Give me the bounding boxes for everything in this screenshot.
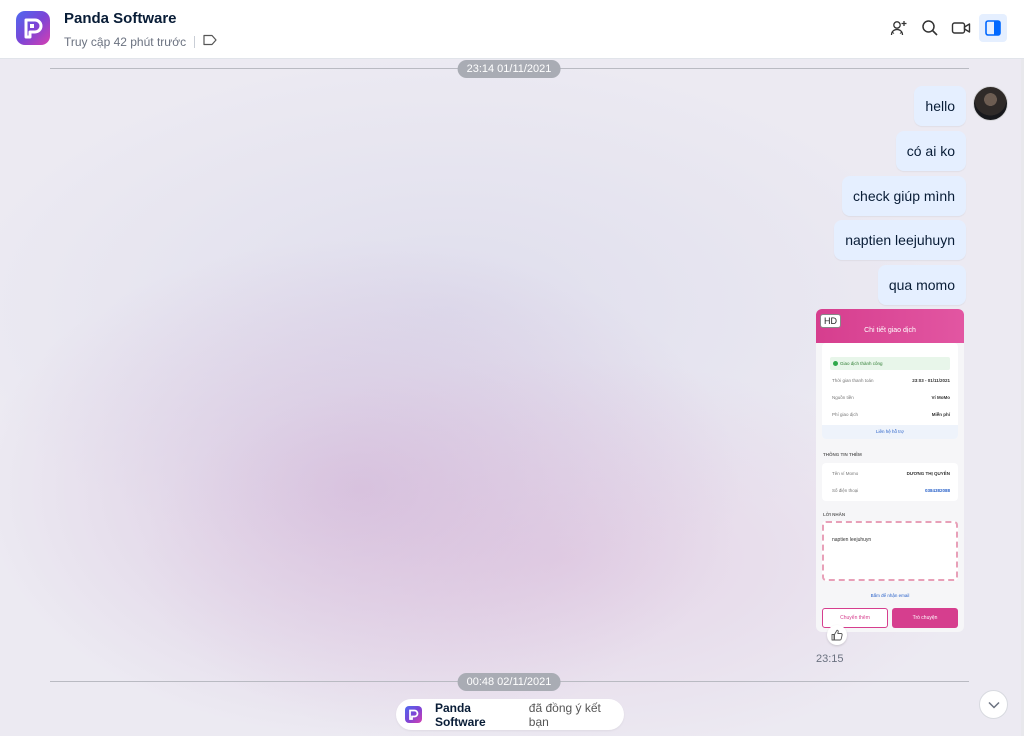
row-value: 0384382088 [924, 488, 950, 493]
message-bubble[interactable]: naptien leejuhuyn [834, 220, 966, 260]
detail-row: Tên ví Momo DƯƠNG THỊ QUYÊN [832, 471, 950, 476]
status-text: Giao dịch thành công [840, 361, 883, 366]
success-dot-icon [833, 361, 838, 366]
screenshot-title: Chi tiết giao dịch [864, 327, 916, 334]
note-text: naptien leejuhuyn [832, 537, 872, 543]
message-time: 23:15 [816, 653, 844, 665]
last-seen-text: Truy cập 42 phút trước [64, 34, 187, 49]
user-avatar[interactable] [973, 86, 1008, 121]
video-call-icon[interactable] [947, 14, 975, 42]
detail-row: Phí giao dịch Miễn phí [832, 412, 950, 417]
message-bubble[interactable]: check giúp mình [842, 176, 966, 216]
section-title: LỜI NHẮN [823, 512, 846, 517]
like-reaction-icon[interactable] [827, 625, 847, 645]
panda-logo-avatar[interactable] [16, 11, 50, 45]
last-seen-status: Truy cập 42 phút trước [64, 34, 217, 49]
row-label: Thời gian thanh toán [832, 378, 874, 383]
status-banner: Giao dịch thành công [830, 357, 950, 370]
panda-logo-icon [405, 706, 422, 723]
message-bubble[interactable]: qua momo [877, 265, 966, 305]
date-separator: 23:14 01/11/2021 [457, 60, 561, 78]
row-label: Nguồn tiền [832, 395, 854, 400]
detail-row: Thời gian thanh toán 23:03 - 01/11/2021 [832, 378, 950, 383]
screenshot-header: HD Chi tiết giao dịch [816, 309, 964, 343]
conversation-title[interactable]: Panda Software [64, 10, 177, 27]
detail-row: Nguồn tiền Ví MoMo [832, 395, 950, 400]
chat-button: Trò chuyện [892, 608, 958, 628]
date-separator: 00:48 02/11/2021 [457, 673, 561, 691]
scroll-to-bottom-button[interactable] [979, 690, 1008, 719]
email-hint: Bấm để nhận email [870, 593, 910, 598]
extra-info-card: Tên ví Momo DƯƠNG THỊ QUYÊN Số điện thoại… [822, 463, 958, 501]
message-bubble[interactable]: hello [914, 86, 966, 126]
section-title: THÔNG TIN THÊM [823, 452, 862, 457]
note-card: naptien leejuhuyn [822, 521, 958, 581]
chevron-down-icon [987, 701, 1000, 709]
detail-row: Số điện thoại 0384382088 [832, 488, 950, 493]
search-icon[interactable] [916, 14, 944, 42]
image-message[interactable]: HD Chi tiết giao dịch Giao dịch thành cô… [816, 309, 964, 632]
add-member-icon[interactable] [885, 14, 913, 42]
row-value: Ví MoMo [931, 395, 951, 400]
row-label: Số điện thoại [832, 488, 859, 493]
notice-name[interactable]: Panda Software [435, 701, 525, 729]
row-value: 23:03 - 01/11/2021 [912, 378, 950, 383]
transaction-card: Giao dịch thành công Thời gian thanh toá… [822, 343, 958, 439]
tag-icon[interactable] [203, 34, 217, 49]
subtitle-divider [194, 35, 196, 48]
hd-badge: HD [820, 314, 841, 328]
message-bubble[interactable]: có ai ko [895, 131, 966, 171]
sidebar-toggle-icon[interactable] [979, 14, 1007, 42]
chat-header: Panda Software Truy cập 42 phút trước [0, 0, 1024, 59]
row-value: DƯƠNG THỊ QUYÊN [906, 471, 950, 476]
row-label: Tên ví Momo [832, 471, 859, 476]
row-value: Miễn phí [931, 412, 950, 417]
notice-text: đã đồng ý kết bạn [528, 700, 601, 729]
friend-accepted-notice: Panda Software đã đồng ý kết bạn [396, 699, 624, 730]
contact-support: Liên hệ hỗ trợ [822, 425, 958, 439]
row-label: Phí giao dịch [832, 412, 859, 417]
